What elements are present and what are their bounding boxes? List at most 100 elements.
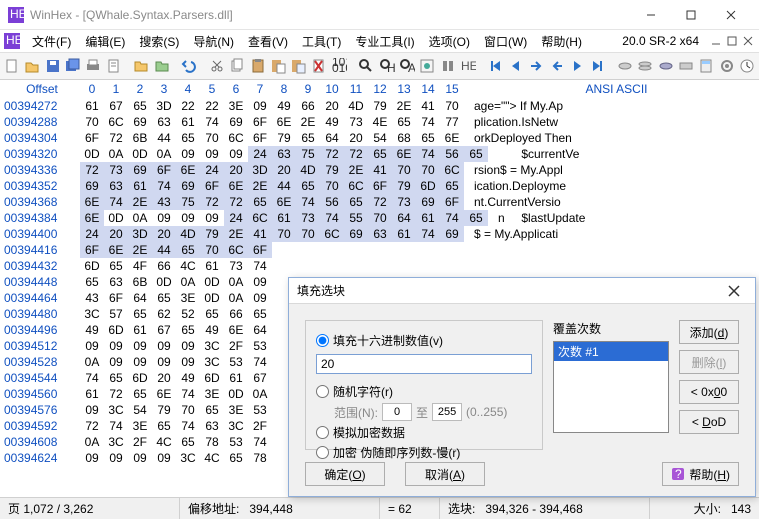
hex-byte[interactable]: 6E — [176, 162, 200, 178]
hex-byte[interactable]: 64 — [248, 322, 272, 338]
menu-tools[interactable]: 工具(T) — [296, 31, 347, 52]
hex-byte[interactable]: 09 — [200, 210, 224, 226]
hex-byte[interactable]: 65 — [248, 194, 272, 210]
hex-byte[interactable]: 3C — [200, 354, 224, 370]
new-icon[interactable] — [4, 56, 20, 76]
hex-row[interactable]: 003943367273696F6E24203D204D792E4170706C… — [4, 162, 759, 178]
hex-byte[interactable]: 4D — [296, 162, 320, 178]
hex-byte[interactable]: 61 — [272, 210, 296, 226]
hex-byte[interactable]: 70 — [176, 402, 200, 418]
hex-byte[interactable]: 74 — [200, 114, 224, 130]
hex-byte[interactable]: 65 — [344, 194, 368, 210]
hex-byte[interactable]: 09 — [176, 354, 200, 370]
hex-byte[interactable]: 61 — [128, 178, 152, 194]
hex-byte[interactable]: 6E — [152, 386, 176, 402]
hex-byte[interactable]: 09 — [248, 98, 272, 114]
passes-item-1[interactable]: 次数 #1 — [554, 342, 668, 361]
mdi-restore-icon[interactable] — [725, 34, 739, 48]
hex-byte[interactable]: 6E — [272, 114, 296, 130]
hex-byte[interactable]: 3C — [104, 434, 128, 450]
menu-protools[interactable]: 专业工具(I) — [349, 31, 420, 52]
save-all-icon[interactable] — [65, 56, 81, 76]
hex-byte[interactable]: 79 — [392, 178, 416, 194]
hex-ascii[interactable]: rsion$ = My.Appl — [464, 162, 563, 178]
hex-byte[interactable]: 54 — [128, 402, 152, 418]
hex-byte[interactable]: 69 — [128, 114, 152, 130]
hex-byte[interactable]: 20 — [152, 370, 176, 386]
hex-byte[interactable]: 70 — [272, 226, 296, 242]
hex-byte[interactable]: 6C — [344, 178, 368, 194]
hex-byte[interactable]: 73 — [392, 194, 416, 210]
hex-byte[interactable]: 67 — [104, 98, 128, 114]
hex-byte[interactable]: 75 — [296, 146, 320, 162]
hex-row[interactable]: 003943846E0D0A090909246C6173745570646174… — [4, 210, 759, 226]
menu-file[interactable]: 文件(F) — [26, 31, 77, 52]
dialog-close-button[interactable] — [721, 278, 747, 304]
hex-byte[interactable]: 2F — [248, 418, 272, 434]
hex-byte[interactable]: 72 — [104, 386, 128, 402]
hex-byte[interactable]: 09 — [128, 450, 152, 466]
hex-byte[interactable]: 53 — [248, 402, 272, 418]
hex-byte[interactable]: 72 — [80, 162, 104, 178]
find-icon[interactable] — [358, 56, 374, 76]
hex-byte[interactable]: 3C — [80, 306, 104, 322]
tool3-icon[interactable]: HEX — [460, 56, 476, 76]
range-to-input[interactable] — [432, 403, 462, 421]
radio-enc[interactable]: 加密 伪随即序列数-慢(r) — [316, 444, 532, 461]
hex-byte[interactable]: 6E — [104, 242, 128, 258]
hex-byte[interactable]: 09 — [176, 210, 200, 226]
hex-byte[interactable]: 67 — [152, 322, 176, 338]
findtext-icon[interactable]: A — [399, 56, 415, 76]
hex-byte[interactable]: 70 — [200, 130, 224, 146]
hex-byte[interactable]: 77 — [440, 114, 464, 130]
hex-byte[interactable]: 3C — [104, 402, 128, 418]
hex-byte[interactable]: 74 — [440, 210, 464, 226]
hex-byte[interactable]: 65 — [128, 386, 152, 402]
hex-row[interactable]: 003942726167653D22223E094966204D792E4170… — [4, 98, 759, 114]
range-from-input[interactable] — [382, 403, 412, 421]
hex-byte[interactable]: 09 — [128, 354, 152, 370]
menu-options[interactable]: 选项(O) — [423, 31, 476, 52]
hex-byte[interactable]: 6C — [248, 210, 272, 226]
hex-byte[interactable]: 64 — [320, 130, 344, 146]
print-icon[interactable] — [85, 56, 101, 76]
menu-view[interactable]: 查看(V) — [242, 31, 294, 52]
hex-byte[interactable]: 68 — [392, 130, 416, 146]
gear-icon[interactable] — [718, 56, 734, 76]
hex-byte[interactable]: 72 — [80, 418, 104, 434]
cut-icon[interactable] — [209, 56, 225, 76]
hex-ascii[interactable]: orkDeployed Then — [464, 130, 572, 146]
preset-dod-button[interactable]: < DoD — [679, 410, 739, 434]
hex-byte[interactable]: 3D — [248, 162, 272, 178]
nav-first-icon[interactable] — [488, 56, 504, 76]
hex-byte[interactable]: 4C — [152, 434, 176, 450]
hex-byte[interactable]: 09 — [80, 402, 104, 418]
hex-byte[interactable]: 73 — [296, 210, 320, 226]
hex-byte[interactable]: 69 — [440, 226, 464, 242]
hex-byte[interactable]: 53 — [248, 338, 272, 354]
hex-byte[interactable]: 65 — [440, 178, 464, 194]
hex-byte[interactable]: 70 — [320, 178, 344, 194]
hex-byte[interactable]: 4C — [200, 450, 224, 466]
close-button[interactable] — [711, 1, 751, 29]
hex-byte[interactable]: 22 — [200, 98, 224, 114]
hex-byte[interactable]: 0A — [248, 386, 272, 402]
hex-byte[interactable]: 65 — [296, 178, 320, 194]
hex-byte[interactable]: 20 — [344, 130, 368, 146]
hex-byte[interactable]: 44 — [152, 242, 176, 258]
disk4-icon[interactable] — [678, 56, 694, 76]
menu-window[interactable]: 窗口(W) — [478, 31, 533, 52]
hex-byte[interactable]: 6F — [80, 242, 104, 258]
hex-byte[interactable]: 72 — [344, 146, 368, 162]
hex-byte[interactable]: 41 — [416, 98, 440, 114]
hex-byte[interactable]: 4C — [176, 258, 200, 274]
hex-byte[interactable]: 6F — [200, 178, 224, 194]
hex-byte[interactable]: 0D — [104, 210, 128, 226]
hex-byte[interactable]: 74 — [248, 258, 272, 274]
hex-byte[interactable]: 0D — [152, 274, 176, 290]
hex-byte[interactable]: 65 — [368, 146, 392, 162]
hex-byte[interactable]: 65 — [200, 402, 224, 418]
hex-byte[interactable]: 74 — [176, 418, 200, 434]
hex-byte[interactable]: 6E — [392, 146, 416, 162]
undo-icon[interactable] — [181, 56, 197, 76]
